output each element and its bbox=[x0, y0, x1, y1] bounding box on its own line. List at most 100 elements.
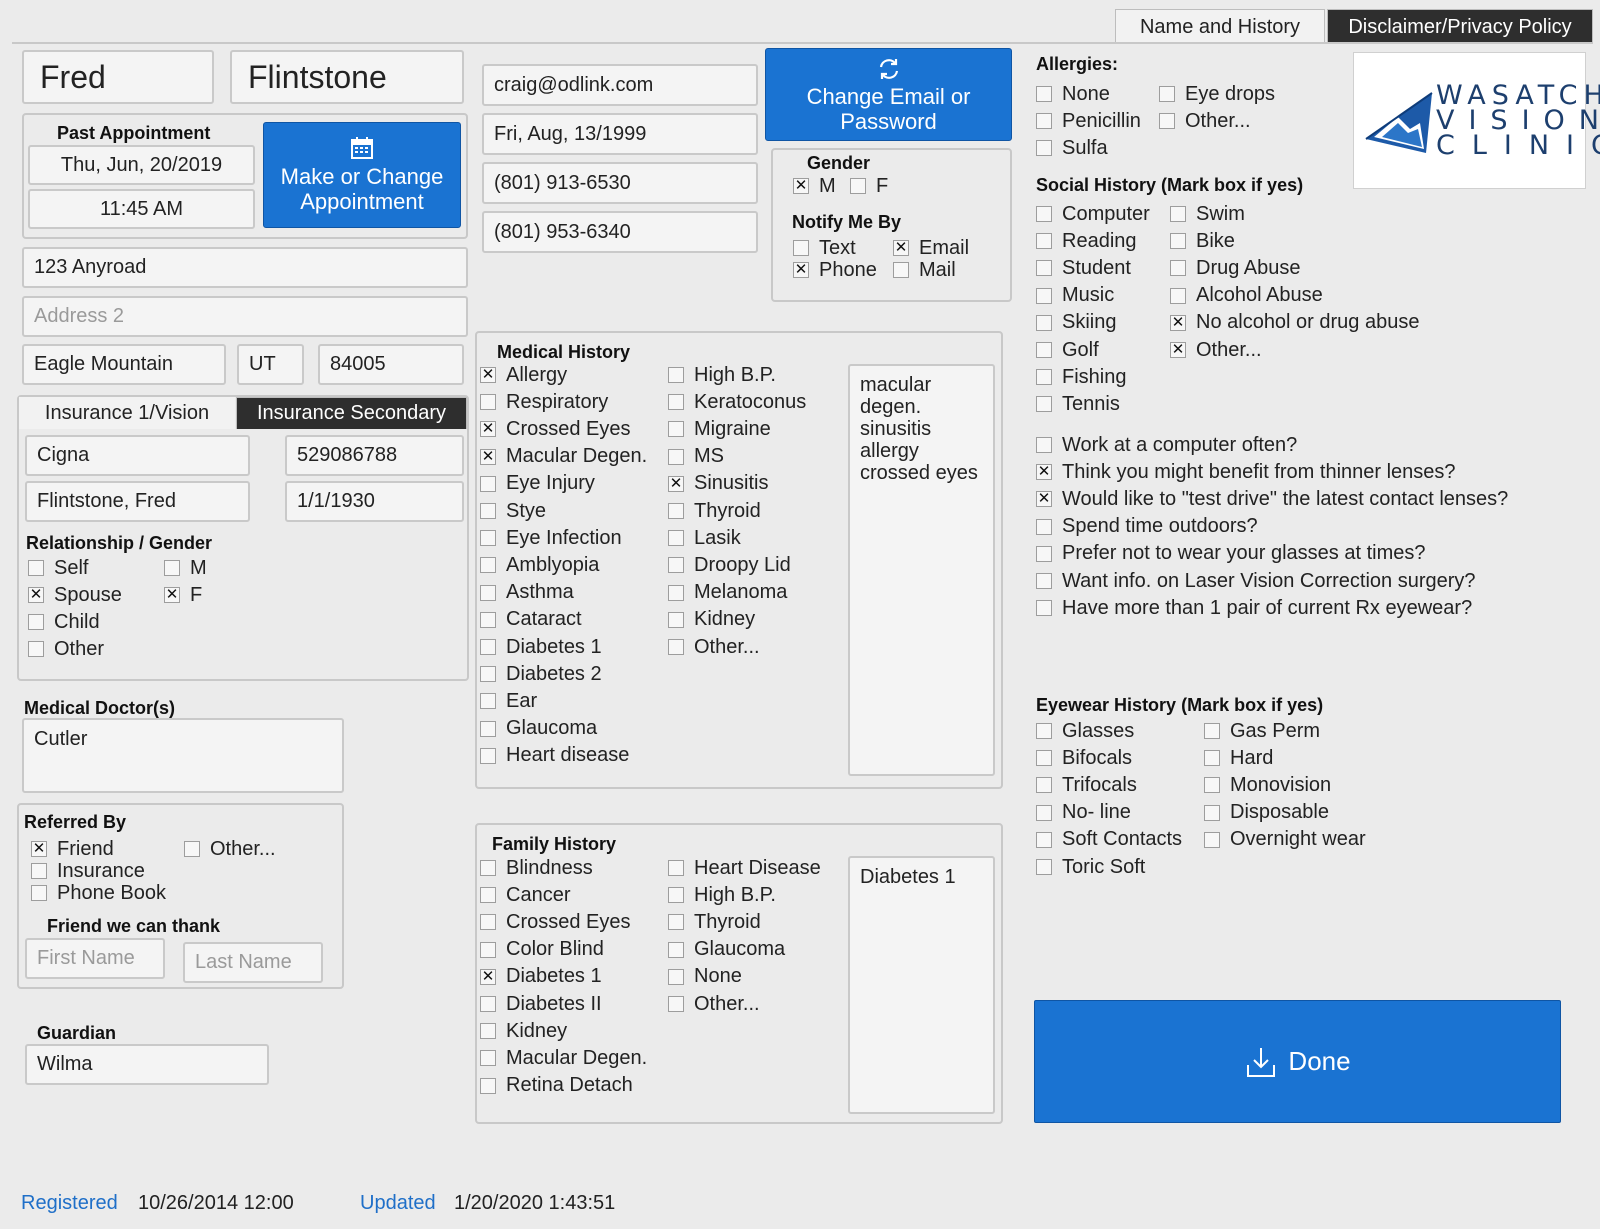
medical-history-item-checkbox[interactable]: Asthma bbox=[480, 580, 574, 606]
family-history-item-checkbox[interactable]: Diabetes II bbox=[480, 991, 602, 1017]
checkbox-box[interactable]: ✕ bbox=[793, 178, 809, 194]
social-history-item-checkbox[interactable]: Alcohol Abuse bbox=[1170, 283, 1323, 309]
eyewear-history-item-checkbox[interactable]: Overnight wear bbox=[1204, 827, 1366, 853]
checkbox-box[interactable] bbox=[1204, 804, 1220, 821]
allergy-item-checkbox[interactable]: Sulfa bbox=[1036, 135, 1108, 161]
checkbox-box[interactable] bbox=[668, 503, 684, 519]
allergy-item-checkbox[interactable]: Penicillin bbox=[1036, 108, 1141, 134]
checkbox-box[interactable] bbox=[164, 560, 180, 576]
notify-mail-checkbox[interactable]: Mail bbox=[893, 257, 956, 283]
checkbox-box[interactable] bbox=[668, 557, 684, 574]
allergy-item-checkbox[interactable]: None bbox=[1036, 81, 1110, 107]
family-history-item-checkbox[interactable]: Blindness bbox=[480, 855, 593, 881]
medical-history-item-checkbox[interactable]: ✕ Macular Degen. bbox=[480, 444, 647, 470]
checkbox-box[interactable] bbox=[668, 421, 684, 438]
medical-history-item-checkbox[interactable]: Diabetes 2 bbox=[480, 661, 602, 687]
medical-history-notes[interactable]: macular degen. sinusitis allergy crossed… bbox=[848, 364, 995, 776]
checkbox-box[interactable] bbox=[1170, 206, 1186, 222]
tab-name-and-history[interactable]: Name and History bbox=[1115, 9, 1325, 44]
family-history-notes[interactable]: Diabetes 1 bbox=[848, 856, 995, 1114]
eyewear-history-item-checkbox[interactable]: Gas Perm bbox=[1204, 718, 1320, 744]
checkbox-box[interactable] bbox=[480, 503, 496, 519]
social-history-item-checkbox[interactable]: Bike bbox=[1170, 228, 1235, 254]
eyewear-history-item-checkbox[interactable]: Disposable bbox=[1204, 800, 1329, 826]
checkbox-box[interactable] bbox=[480, 611, 496, 628]
checkbox-box[interactable]: ✕ bbox=[1170, 342, 1186, 358]
medical-history-item-checkbox[interactable]: Diabetes 1 bbox=[480, 634, 602, 660]
medical-history-item-checkbox[interactable]: Kidney bbox=[668, 607, 755, 633]
checkbox-box[interactable] bbox=[1036, 86, 1052, 102]
social-history-item-checkbox[interactable]: Golf bbox=[1036, 337, 1099, 363]
family-history-item-checkbox[interactable]: Macular Degen. bbox=[480, 1045, 647, 1071]
medical-history-item-checkbox[interactable]: ✕ Crossed Eyes bbox=[480, 416, 631, 442]
checkbox-box[interactable] bbox=[480, 394, 496, 411]
gender-f-checkbox[interactable]: F bbox=[850, 173, 888, 199]
email-field[interactable]: craig@odlink.com bbox=[482, 64, 758, 106]
address2-field[interactable]: Address 2 bbox=[22, 296, 468, 337]
question-item-checkbox[interactable]: ✕ Would like to "test drive" the latest c… bbox=[1036, 486, 1508, 512]
medical-history-item-checkbox[interactable]: Heart disease bbox=[480, 743, 629, 769]
insured-gender-m-checkbox[interactable]: M bbox=[164, 555, 207, 581]
checkbox-box[interactable] bbox=[1204, 723, 1220, 739]
medical-history-item-checkbox[interactable]: Glaucoma bbox=[480, 716, 597, 742]
checkbox-box[interactable] bbox=[480, 747, 496, 764]
checkbox-box[interactable] bbox=[480, 941, 496, 958]
social-history-item-checkbox[interactable]: Computer bbox=[1036, 201, 1150, 227]
question-item-checkbox[interactable]: Prefer not to wear your glasses at times… bbox=[1036, 541, 1426, 567]
family-history-item-checkbox[interactable]: Crossed Eyes bbox=[480, 909, 631, 935]
medical-history-item-checkbox[interactable]: Droopy Lid bbox=[668, 552, 791, 578]
medical-history-item-checkbox[interactable]: Respiratory bbox=[480, 389, 608, 415]
family-history-item-checkbox[interactable]: Glaucoma bbox=[668, 937, 785, 963]
checkbox-box[interactable] bbox=[1036, 750, 1052, 767]
social-history-item-checkbox[interactable]: ✕ No alcohol or drug abuse bbox=[1170, 310, 1419, 336]
checkbox-box[interactable]: ✕ bbox=[480, 968, 496, 985]
checkbox-box[interactable]: ✕ bbox=[164, 587, 180, 603]
checkbox-box[interactable] bbox=[1036, 233, 1052, 250]
friend-last-name-field[interactable]: Last Name bbox=[183, 942, 323, 983]
checkbox-box[interactable] bbox=[1204, 831, 1220, 848]
checkbox-box[interactable] bbox=[668, 860, 684, 876]
last-name-field[interactable]: Flintstone bbox=[230, 50, 464, 104]
checkbox-box[interactable] bbox=[480, 584, 496, 601]
checkbox-box[interactable] bbox=[1036, 342, 1052, 358]
family-history-item-checkbox[interactable]: Cancer bbox=[480, 882, 570, 908]
social-history-item-checkbox[interactable]: Fishing bbox=[1036, 364, 1126, 390]
insurance-member-id-field[interactable]: 529086788 bbox=[285, 435, 464, 476]
tab-insurance-secondary[interactable]: Insurance Secondary bbox=[236, 397, 467, 429]
referred-other-checkbox[interactable]: Other... bbox=[184, 836, 276, 862]
checkbox-box[interactable] bbox=[480, 1050, 496, 1067]
eyewear-history-item-checkbox[interactable]: Glasses bbox=[1036, 718, 1134, 744]
checkbox-box[interactable] bbox=[1036, 314, 1052, 331]
checkbox-box[interactable]: ✕ bbox=[893, 240, 909, 256]
checkbox-box[interactable] bbox=[31, 863, 47, 879]
checkbox-box[interactable] bbox=[480, 996, 496, 1012]
relationship-child-checkbox[interactable]: Child bbox=[28, 609, 100, 635]
family-history-item-checkbox[interactable]: Heart Disease bbox=[668, 855, 821, 881]
checkbox-box[interactable] bbox=[480, 666, 496, 683]
eyewear-history-item-checkbox[interactable]: Hard bbox=[1204, 745, 1273, 771]
checkbox-box[interactable] bbox=[480, 914, 496, 931]
insured-gender-f-checkbox[interactable]: ✕ F bbox=[164, 582, 202, 608]
eyewear-history-item-checkbox[interactable]: No- line bbox=[1036, 800, 1131, 826]
medical-history-item-checkbox[interactable]: Eye Infection bbox=[480, 525, 622, 551]
checkbox-box[interactable] bbox=[1036, 140, 1052, 156]
eyewear-history-item-checkbox[interactable]: Monovision bbox=[1204, 772, 1331, 798]
checkbox-box[interactable] bbox=[1036, 396, 1052, 413]
medical-history-item-checkbox[interactable]: Cataract bbox=[480, 607, 582, 633]
first-name-field[interactable]: Fred bbox=[22, 50, 214, 104]
family-history-item-checkbox[interactable]: None bbox=[668, 964, 742, 990]
checkbox-box[interactable] bbox=[893, 262, 909, 278]
done-button[interactable]: Done bbox=[1034, 1000, 1561, 1123]
checkbox-box[interactable] bbox=[1036, 723, 1052, 739]
family-history-item-checkbox[interactable]: Thyroid bbox=[668, 909, 761, 935]
checkbox-box[interactable] bbox=[668, 639, 684, 655]
medical-history-item-checkbox[interactable]: Stye bbox=[480, 498, 546, 524]
checkbox-box[interactable] bbox=[668, 887, 684, 904]
checkbox-box[interactable] bbox=[28, 560, 44, 576]
family-history-item-checkbox[interactable]: Color Blind bbox=[480, 937, 604, 963]
medical-history-item-checkbox[interactable]: Amblyopia bbox=[480, 552, 599, 578]
tab-insurance-primary[interactable]: Insurance 1/Vision bbox=[19, 397, 235, 429]
checkbox-box[interactable]: ✕ bbox=[480, 367, 496, 383]
referred-phone-book-checkbox[interactable]: Phone Book bbox=[31, 880, 166, 906]
checkbox-box[interactable] bbox=[668, 448, 684, 465]
